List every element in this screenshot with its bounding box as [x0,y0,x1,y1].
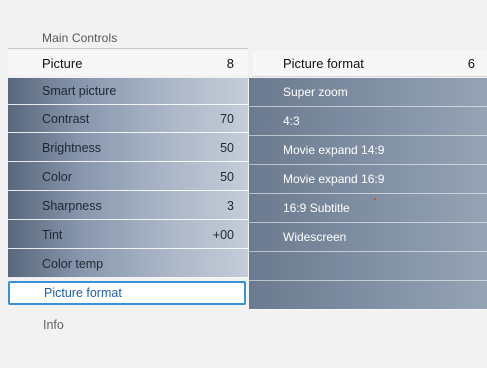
menu-item-brightness[interactable]: Brightness 50 [8,135,248,162]
menu-item-label: Smart picture [42,84,117,98]
menu-item-label: Color [42,170,72,184]
menu-item-label: Picture format [44,286,122,300]
picture-format-header-label: Picture format [283,56,364,71]
format-option-movie-expand-14-9[interactable]: Movie expand 14:9 [249,136,487,165]
picture-menu-label: Picture [42,55,83,71]
menu-item-color-temp[interactable]: Color temp [8,251,248,278]
menu-item-value: +00 [212,228,234,242]
picture-format-header-value: 6 [467,56,475,71]
menu-item-label: Brightness [42,141,102,155]
format-option-super-zoom[interactable]: Super zoom [249,78,487,107]
menu-item-picture-format[interactable]: Picture format [8,281,246,305]
format-option-label: 4:3 [283,114,300,128]
menu-item-value: 50 [220,141,234,155]
format-option-label: Widescreen [283,230,347,244]
menu-item-value: 70 [220,112,234,126]
menu-item-label: Tint [42,228,63,242]
picture-format-header: Picture format 6 [253,51,487,77]
format-option-4-3[interactable]: 4:3 [249,107,487,136]
format-option-widescreen[interactable]: Widescreen [249,223,487,252]
picture-settings-list: Smart picture Contrast 70 Brightness 50 … [8,78,248,278]
menu-item-tint[interactable]: Tint +00 [8,222,248,249]
menu-item-smart-picture[interactable]: Smart picture [8,78,248,105]
format-option-label: 16:9 Subtitle [283,201,350,215]
menu-item-contrast[interactable]: Contrast 70 [8,106,248,133]
menu-item-color[interactable]: Color 50 [8,164,248,191]
picture-menu-value: 8 [226,55,234,71]
format-option-label: Super zoom [283,85,348,99]
info-item[interactable]: Info [43,318,64,332]
format-option-label: Movie expand 14:9 [283,143,385,157]
format-option-empty-2 [249,281,487,310]
menu-item-label: Color temp [42,257,104,271]
cursor-dot [374,198,376,200]
menu-item-value: 50 [220,170,234,184]
picture-format-options: Super zoom 4:3 Movie expand 14:9 Movie e… [249,78,487,310]
format-option-empty-1 [249,252,487,281]
breadcrumb: Main Controls [42,31,118,45]
divider [8,48,248,49]
menu-item-value: 3 [227,199,234,213]
menu-item-label: Sharpness [42,199,102,213]
menu-item-sharpness[interactable]: Sharpness 3 [8,193,248,220]
menu-item-label: Contrast [42,112,90,126]
format-option-movie-expand-16-9[interactable]: Movie expand 16:9 [249,165,487,194]
format-option-16-9-subtitle[interactable]: 16:9 Subtitle [249,194,487,223]
picture-menu-header[interactable]: Picture 8 [8,51,248,75]
format-option-label: Movie expand 16:9 [283,172,385,186]
